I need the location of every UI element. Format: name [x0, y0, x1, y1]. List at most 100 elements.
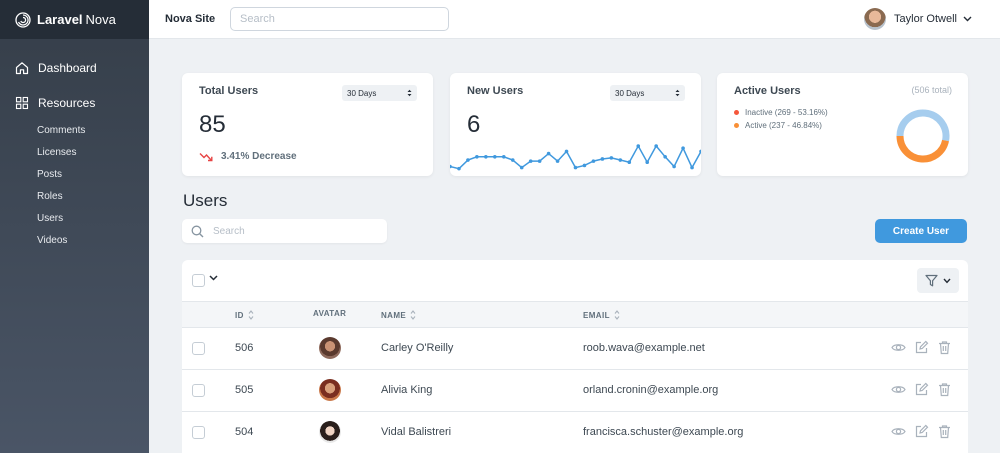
- sparkline-point: [501, 155, 506, 159]
- table-row[interactable]: 506 Carley O'Reilly roob.wava@example.ne…: [182, 328, 968, 370]
- sparkline-point: [537, 159, 542, 163]
- column-label: NAME: [381, 310, 407, 320]
- sparkline-point: [466, 158, 470, 162]
- delete-trash-icon[interactable]: [937, 340, 952, 355]
- legend-item: Active (237 - 46.84%): [734, 119, 828, 132]
- row-actions: [891, 340, 952, 355]
- trend-text: 3.41% Decrease: [221, 151, 297, 162]
- sparkline-point: [690, 165, 694, 170]
- table-row[interactable]: 505 Alivia King orland.cronin@example.or…: [182, 370, 968, 412]
- user-id: 505: [235, 384, 254, 396]
- site-title[interactable]: Nova Site: [165, 13, 230, 25]
- sidebar-item-label: Dashboard: [38, 61, 97, 75]
- sidebar-item-videos[interactable]: Videos: [0, 231, 85, 253]
- column-header-email[interactable]: EMAIL: [583, 310, 620, 320]
- row-actions: [891, 424, 952, 439]
- sparkline-point: [564, 149, 569, 154]
- column-header-avatar: AVATAR: [313, 309, 346, 318]
- sparkline-point: [484, 155, 488, 159]
- sparkline-point: [528, 159, 533, 163]
- sparkline-point: [546, 151, 551, 156]
- sparkline-point: [618, 158, 623, 162]
- avatar: [319, 379, 341, 401]
- donut-slice-active: [896, 135, 949, 163]
- range-select[interactable]: 30 Days: [610, 85, 685, 101]
- trending-down-icon: [199, 152, 213, 161]
- delete-trash-icon[interactable]: [937, 382, 952, 397]
- search-icon: [191, 225, 204, 237]
- sparkline-point: [493, 155, 497, 159]
- delete-trash-icon[interactable]: [937, 424, 952, 439]
- sparkline-point: [582, 163, 587, 168]
- top-header: Nova Site Taylor Otwell: [149, 0, 1000, 39]
- sidebar-item-dashboard[interactable]: Dashboard: [0, 58, 97, 78]
- global-search-input[interactable]: [230, 7, 449, 31]
- row-checkbox[interactable]: [192, 426, 205, 439]
- row-checkbox[interactable]: [192, 342, 205, 355]
- edit-icon[interactable]: [914, 424, 929, 439]
- sparkline-point: [457, 166, 461, 171]
- sidebar-item-roles[interactable]: Roles: [0, 187, 85, 209]
- view-eye-icon[interactable]: [891, 424, 906, 439]
- chevron-down-icon[interactable]: [209, 273, 218, 283]
- create-user-button[interactable]: Create User: [875, 219, 967, 243]
- column-header-id[interactable]: ID: [235, 310, 254, 320]
- filter-button[interactable]: [917, 268, 959, 293]
- user-email: orland.cronin@example.org: [583, 384, 719, 396]
- card-title: Active Users: [734, 85, 801, 97]
- column-label: AVATAR: [313, 309, 347, 318]
- new-users-card: New Users 30 Days 6: [450, 73, 701, 176]
- legend-dot: [734, 123, 739, 128]
- view-eye-icon[interactable]: [891, 340, 906, 355]
- view-eye-icon[interactable]: [891, 382, 906, 397]
- donut-slice-inactive: [896, 109, 950, 142]
- nova-logo-icon: [15, 11, 31, 28]
- range-select[interactable]: 30 Days: [342, 85, 417, 101]
- brand-name: Laravel: [37, 12, 83, 27]
- sparkline-point: [475, 155, 479, 159]
- column-header-name[interactable]: NAME: [381, 310, 416, 320]
- legend-label: Inactive (269 - 53.16%): [745, 108, 828, 117]
- user-id: 504: [235, 426, 254, 438]
- sidebar-item-licenses[interactable]: Licenses: [0, 143, 85, 165]
- sort-icon: [248, 310, 254, 320]
- user-email: roob.wava@example.net: [583, 342, 705, 354]
- sparkline-point: [573, 165, 578, 170]
- table-row[interactable]: 504 Vidal Balistreri francisca.schuster@…: [182, 412, 968, 453]
- user-email: francisca.schuster@example.org: [583, 426, 744, 438]
- metric-value: 85: [199, 111, 226, 138]
- row-actions: [891, 382, 952, 397]
- resource-list: Comments Licenses Posts Roles Users Vide…: [0, 121, 85, 253]
- user-menu[interactable]: Taylor Otwell: [864, 8, 972, 30]
- sparkline-point: [600, 157, 605, 161]
- card-title: Total Users: [199, 85, 259, 97]
- trend-indicator: 3.41% Decrease: [199, 151, 297, 162]
- page-title: Users: [183, 191, 228, 210]
- row-checkbox[interactable]: [192, 384, 205, 397]
- home-icon: [15, 62, 29, 75]
- resource-search[interactable]: [182, 219, 387, 243]
- active-users-donut: [896, 109, 950, 163]
- range-select-value: 30 Days: [615, 88, 645, 98]
- sidebar-item-resources[interactable]: Resources: [0, 93, 95, 113]
- sidebar-item-label: Resources: [38, 96, 96, 110]
- sort-icon: [410, 310, 416, 320]
- sidebar-item-comments[interactable]: Comments: [0, 121, 85, 143]
- select-all-checkbox[interactable]: [192, 274, 205, 287]
- sort-arrows-icon: [407, 89, 412, 97]
- table-header: ID AVATAR NAME EMAIL: [182, 301, 968, 328]
- edit-icon[interactable]: [914, 382, 929, 397]
- edit-icon[interactable]: [914, 340, 929, 355]
- brand[interactable]: Laravel Nova: [0, 0, 149, 39]
- sparkline-point: [654, 144, 658, 148]
- sort-icon: [614, 310, 620, 320]
- sidebar-item-users[interactable]: Users: [0, 209, 85, 231]
- avatar: [864, 8, 887, 30]
- user-name: Taylor Otwell: [894, 13, 957, 25]
- sparkline-point: [519, 165, 524, 170]
- sparkline-point: [555, 159, 560, 163]
- chevron-down-icon: [963, 14, 972, 24]
- metric-value: 6: [467, 111, 481, 138]
- sidebar-item-posts[interactable]: Posts: [0, 165, 85, 187]
- search-input[interactable]: [213, 225, 373, 237]
